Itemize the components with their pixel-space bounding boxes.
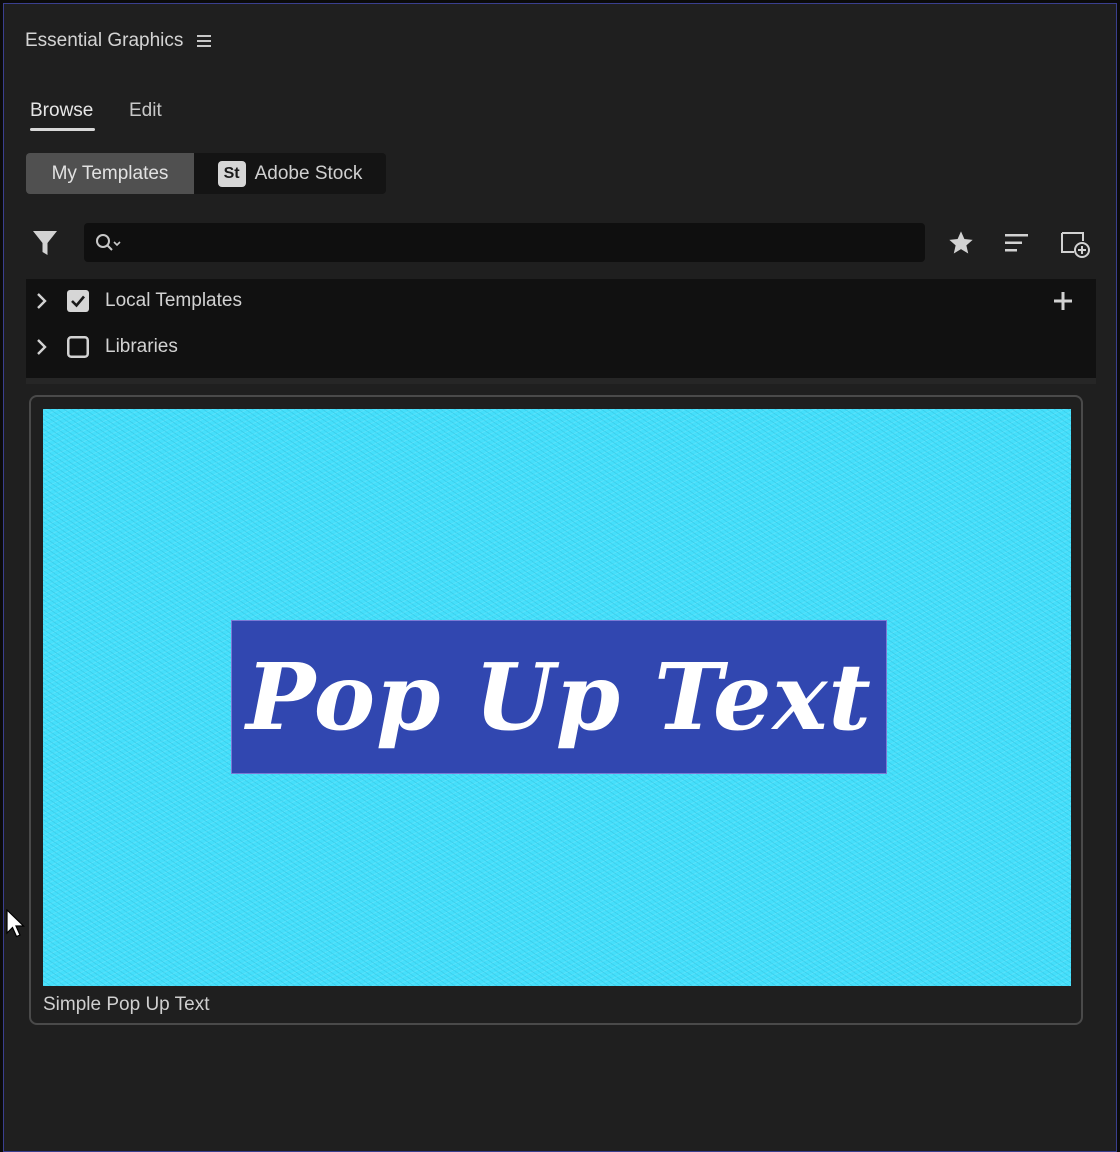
hamburger-menu-icon[interactable] [196,33,212,49]
mouse-cursor-icon [5,908,25,939]
add-icon[interactable] [1051,289,1075,313]
local-templates-checkbox[interactable] [67,290,89,312]
thumbnail-title-text: Pop Up Text [246,643,872,751]
my-templates-label: My Templates [51,162,169,184]
adobe-stock-icon: St [217,160,246,187]
sort-icon[interactable] [1002,228,1032,258]
template-name: Simple Pop Up Text [43,994,210,1015]
tab-browse[interactable]: Browse [30,100,93,122]
tab-edit[interactable]: Edit [129,100,162,122]
chevron-right-icon[interactable] [34,337,50,357]
adobe-stock-label: Adobe Stock [254,162,363,184]
star-icon[interactable] [946,228,976,258]
template-source-tree: Local Templates Libraries [26,279,1096,384]
tree-item-label: Libraries [105,336,178,357]
tree-item-label: Local Templates [105,290,242,311]
active-tab-indicator [30,128,95,131]
filter-icon[interactable] [30,228,60,258]
my-templates-button[interactable]: My Templates [26,153,194,194]
template-card[interactable]: Pop Up Text Simple Pop Up Text [29,395,1083,1025]
chevron-right-icon[interactable] [34,291,50,311]
panel-title: Essential Graphics [25,30,184,51]
tree-row-local-templates[interactable]: Local Templates [26,283,1096,319]
search-input[interactable] [128,223,912,264]
adobe-stock-button[interactable]: St Adobe Stock [194,153,386,194]
new-item-icon[interactable] [1058,228,1092,260]
thumbnail-title-box: Pop Up Text [231,620,887,774]
tree-row-libraries[interactable]: Libraries [26,329,1096,365]
essential-graphics-panel: Essential Graphics Browse Edit My Templa… [3,3,1117,1152]
search-icon[interactable] [94,232,124,254]
template-thumbnail: Pop Up Text [43,409,1071,986]
search-box[interactable] [84,223,925,264]
libraries-checkbox[interactable] [67,336,89,358]
